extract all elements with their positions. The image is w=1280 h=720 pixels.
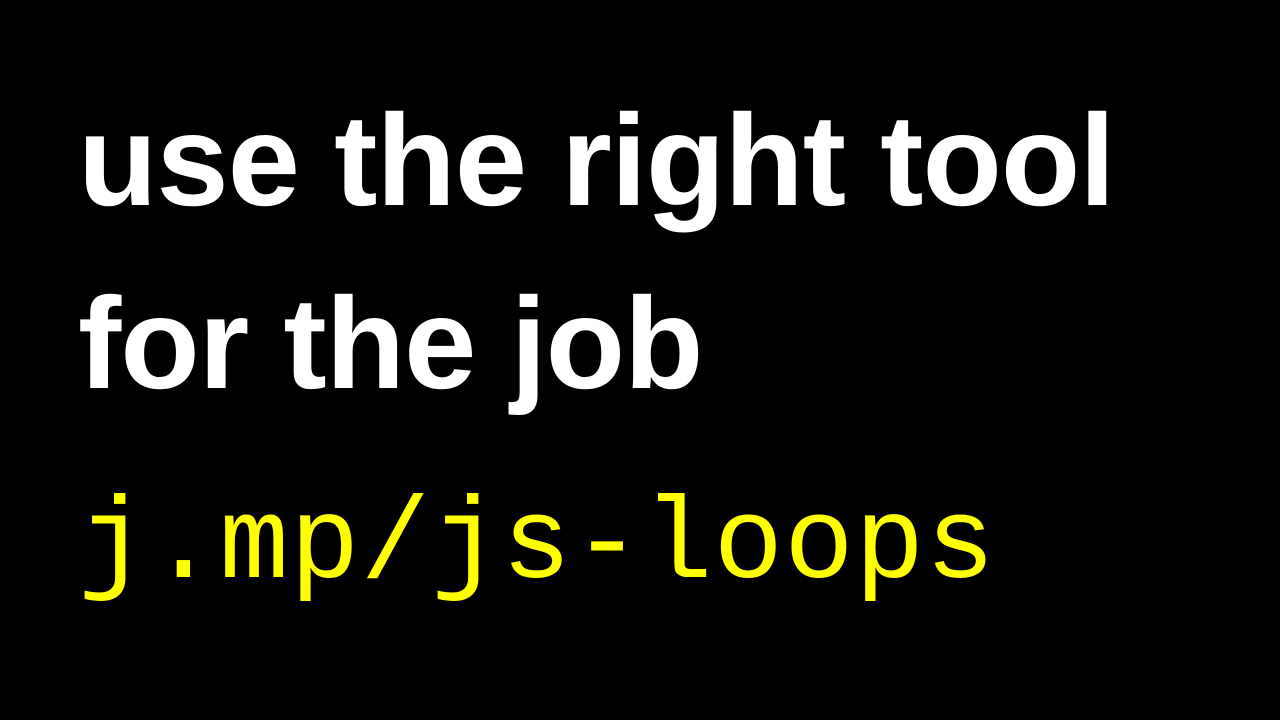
headline-line-1: use the right tool: [78, 87, 1115, 233]
headline-line-2: for the job: [78, 270, 703, 416]
short-link[interactable]: j.mp/js-loops: [78, 488, 996, 604]
slide: use the right tool for the job j.mp/js-l…: [0, 0, 1280, 720]
